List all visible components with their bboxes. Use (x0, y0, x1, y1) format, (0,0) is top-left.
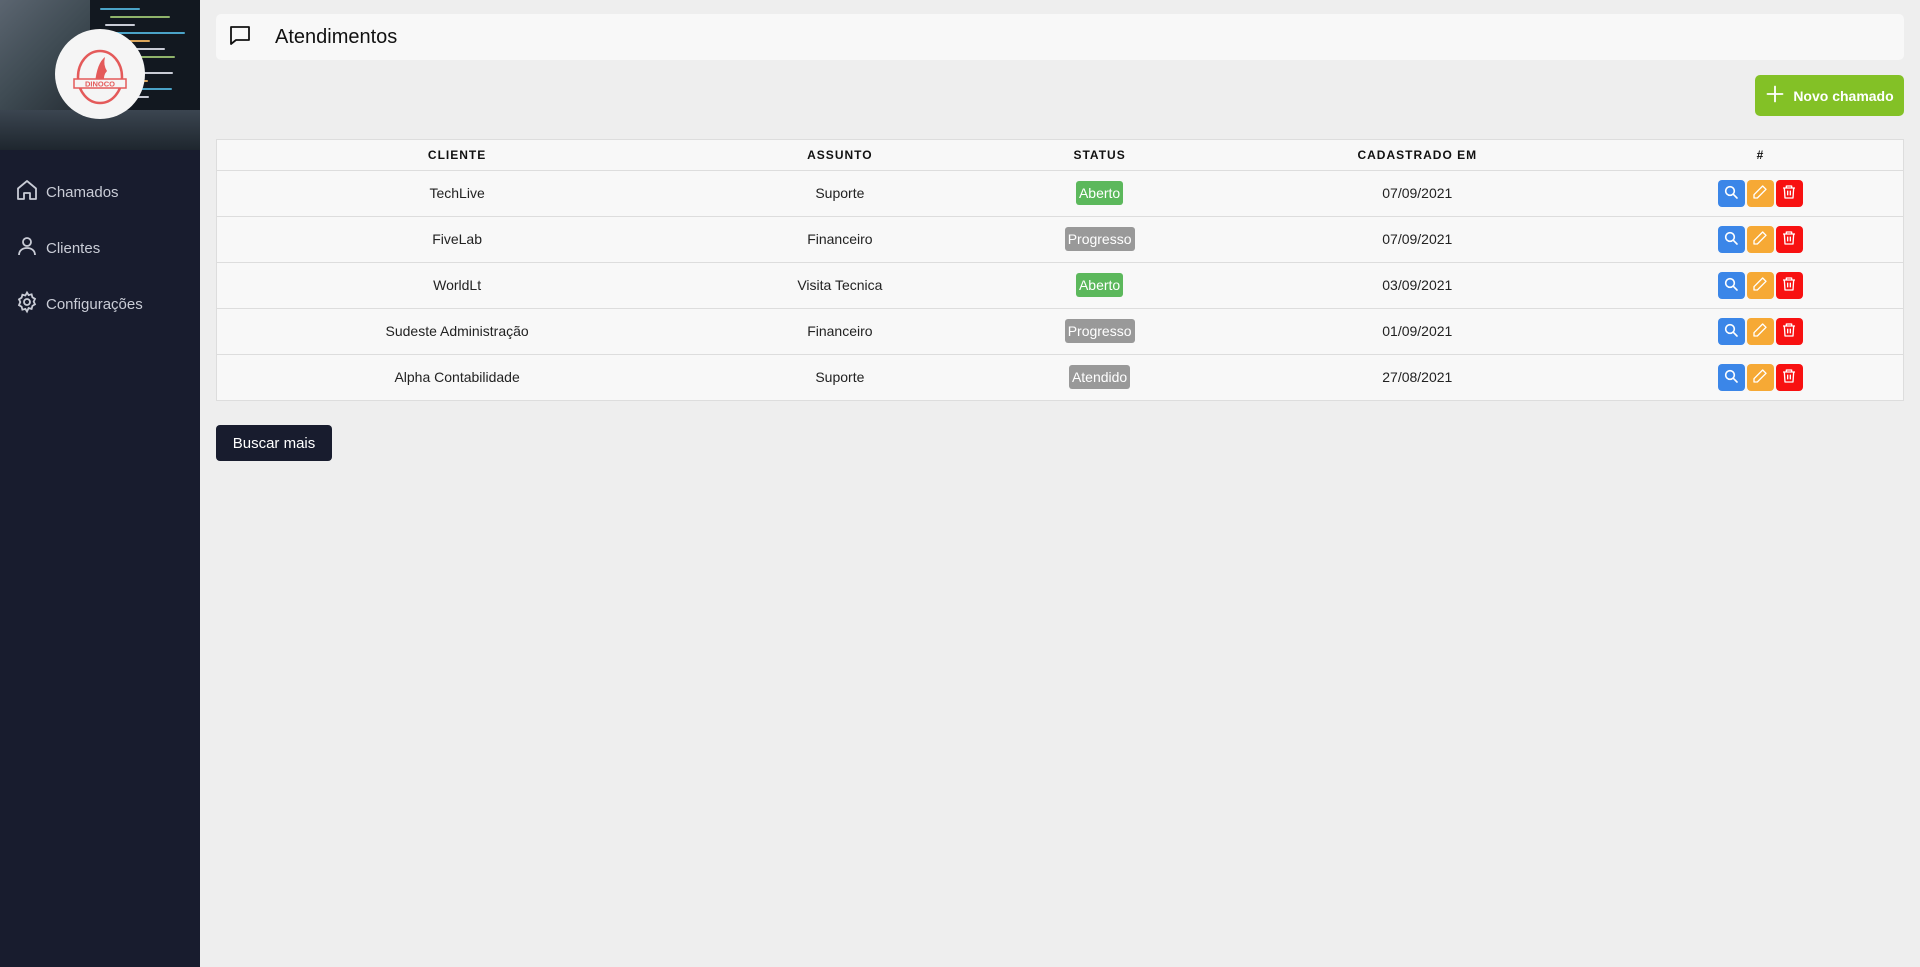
sidebar: DINOCO Chamados Clientes Configurações (0, 0, 200, 967)
delete-button[interactable] (1775, 225, 1803, 253)
cell-cliente: FiveLab (217, 215, 698, 262)
search-icon (1723, 230, 1739, 249)
trash-icon (1781, 230, 1797, 249)
cell-cliente: TechLive (217, 169, 698, 216)
load-more-button[interactable]: Buscar mais (216, 425, 332, 461)
cell-assunto: Financeiro (697, 215, 983, 262)
sidebar-item-label: Clientes (46, 239, 101, 257)
cell-cadastrado: 07/09/2021 (1216, 215, 1618, 262)
sidebar-item-label: Configurações (46, 295, 143, 313)
sidebar-cover-image: DINOCO (0, 0, 200, 150)
trash-icon (1781, 322, 1797, 341)
view-button[interactable] (1717, 363, 1745, 391)
column-header-cadastrado: CADASTRADO EM (1216, 140, 1618, 170)
cell-cliente: WorldLt (217, 261, 698, 308)
cell-assunto: Financeiro (697, 307, 983, 354)
edit-button[interactable] (1746, 271, 1774, 299)
status-badge: Aberto (1075, 181, 1124, 205)
view-button[interactable] (1717, 317, 1745, 345)
table-row: Alpha Contabilidade Suporte Atendido 27/08/… (217, 353, 1903, 400)
main-content: Atendimentos Novo chamado CLIENTE ASSUNT… (200, 0, 1920, 967)
sidebar-nav: Chamados Clientes Configurações (0, 164, 200, 332)
pencil-icon (1752, 230, 1768, 249)
trash-icon (1781, 276, 1797, 295)
pencil-icon (1752, 276, 1768, 295)
status-badge: Progresso (1064, 227, 1135, 251)
trash-icon (1781, 368, 1797, 387)
column-header-actions: # (1617, 140, 1903, 170)
pencil-icon (1752, 368, 1768, 387)
page-header: Atendimentos (216, 14, 1904, 60)
delete-button[interactable] (1775, 271, 1803, 299)
cell-assunto: Suporte (697, 169, 983, 216)
cell-status: Aberto (982, 169, 1217, 216)
new-ticket-label: Novo chamado (1793, 87, 1894, 104)
sidebar-item-chamados[interactable]: Chamados (0, 164, 200, 220)
delete-button[interactable] (1775, 317, 1803, 345)
view-button[interactable] (1717, 225, 1745, 253)
gear-icon (15, 290, 46, 318)
cell-cliente: Alpha Contabilidade (217, 353, 698, 400)
status-badge: Atendido (1068, 365, 1131, 390)
table-row: TechLive Suporte Aberto 07/09/2021 (217, 169, 1903, 216)
cell-cliente: Sudeste Administração (217, 307, 698, 354)
trash-icon (1781, 184, 1797, 203)
cell-status: Aberto (982, 261, 1217, 308)
view-button[interactable] (1717, 179, 1745, 207)
page-title: Atendimentos (275, 25, 398, 48)
sidebar-item-label: Chamados (46, 183, 119, 201)
column-header-status: STATUS (982, 140, 1217, 170)
svg-text:DINOCO: DINOCO (85, 80, 115, 89)
search-icon (1723, 322, 1739, 341)
new-ticket-button[interactable]: Novo chamado (1755, 75, 1904, 116)
message-icon (216, 23, 252, 52)
tickets-table: CLIENTE ASSUNTO STATUS CADASTRADO EM # T… (216, 139, 1904, 401)
pencil-icon (1752, 322, 1768, 341)
column-header-assunto: ASSUNTO (697, 140, 983, 170)
home-icon (15, 178, 46, 206)
search-icon (1723, 368, 1739, 387)
company-logo: DINOCO (55, 29, 145, 119)
status-badge: Progresso (1064, 319, 1135, 343)
plus-icon (1765, 84, 1793, 107)
cell-cadastrado: 07/09/2021 (1216, 169, 1618, 216)
search-icon (1723, 276, 1739, 295)
edit-button[interactable] (1746, 363, 1774, 391)
cell-actions (1617, 353, 1903, 400)
cell-status: Progresso (982, 307, 1217, 354)
search-icon (1723, 184, 1739, 203)
cell-status: Atendido (982, 353, 1217, 400)
cell-cadastrado: 03/09/2021 (1216, 261, 1618, 308)
edit-button[interactable] (1746, 225, 1774, 253)
cell-actions (1617, 215, 1903, 262)
column-header-cliente: CLIENTE (217, 140, 698, 170)
view-button[interactable] (1717, 271, 1745, 299)
cell-cadastrado: 27/08/2021 (1216, 353, 1618, 400)
sidebar-item-configuracoes[interactable]: Configurações (0, 276, 200, 332)
cell-assunto: Visita Tecnica (697, 261, 983, 308)
table-header-row: CLIENTE ASSUNTO STATUS CADASTRADO EM # (217, 140, 1903, 170)
cell-actions (1617, 307, 1903, 354)
user-icon (15, 234, 46, 262)
table-row: FiveLab Financeiro Progresso 07/09/2021 (217, 215, 1903, 262)
sidebar-item-clientes[interactable]: Clientes (0, 220, 200, 276)
edit-button[interactable] (1746, 179, 1774, 207)
delete-button[interactable] (1775, 179, 1803, 207)
status-badge: Aberto (1075, 273, 1124, 297)
table-row: Sudeste Administração Financeiro Progresso… (217, 307, 1903, 354)
cell-actions (1617, 169, 1903, 216)
cell-actions (1617, 261, 1903, 308)
table-row: WorldLt Visita Tecnica Aberto 03/09/2021 (217, 261, 1903, 308)
pencil-icon (1752, 184, 1768, 203)
delete-button[interactable] (1775, 363, 1803, 391)
cell-cadastrado: 01/09/2021 (1216, 307, 1618, 354)
cell-assunto: Suporte (697, 353, 983, 400)
cell-status: Progresso (982, 215, 1217, 262)
edit-button[interactable] (1746, 317, 1774, 345)
